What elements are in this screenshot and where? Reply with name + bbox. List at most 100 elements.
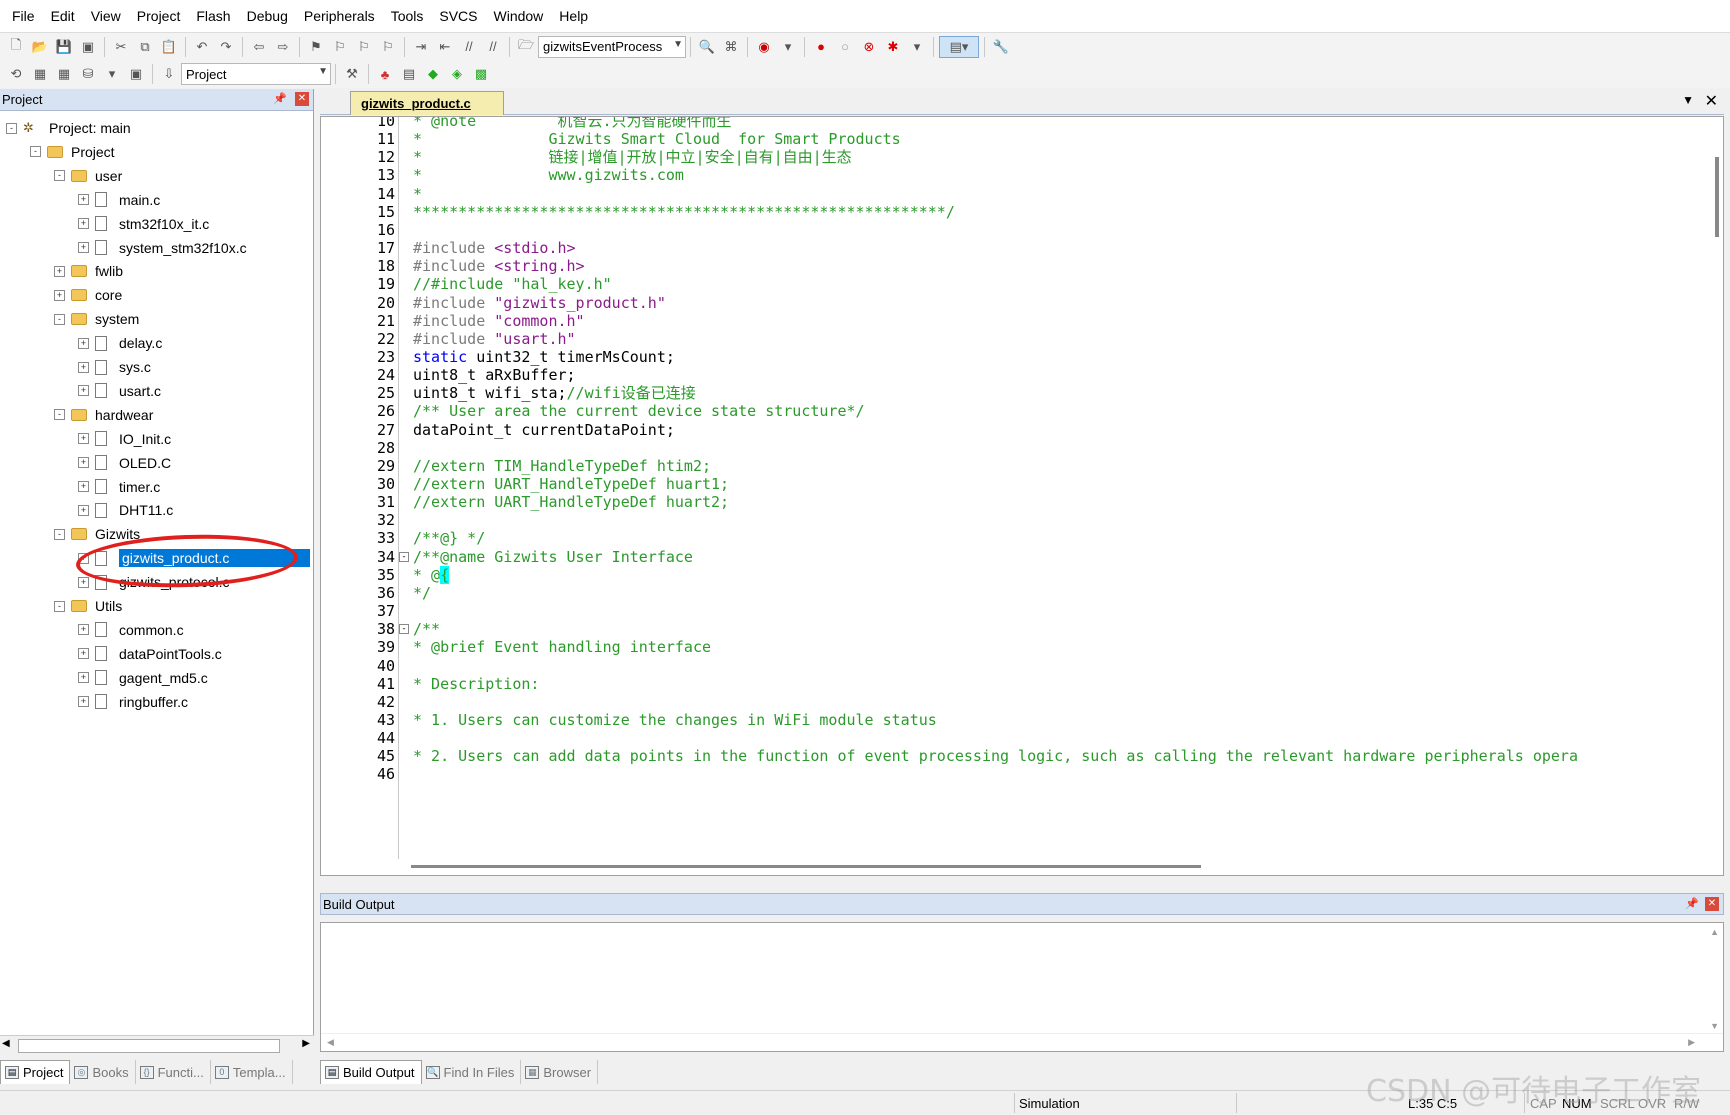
menu-debug[interactable]: Debug — [239, 0, 296, 32]
translate-icon[interactable]: ⟲ — [5, 63, 27, 85]
code-line[interactable]: 43 * 1. Users can customize the changes i… — [321, 710, 1721, 730]
menu-file[interactable]: File — [4, 0, 43, 32]
expand-icon[interactable]: + — [78, 624, 89, 636]
tab-find-in-files[interactable]: 🔍 Find In Files — [422, 1060, 522, 1084]
chevron-down-icon[interactable]: ▾ — [777, 36, 799, 58]
code-line[interactable]: 17 #include <stdio.h> — [321, 238, 1721, 258]
tree-folder-item[interactable]: - system — [54, 308, 139, 330]
prev-bookmark-icon[interactable]: ⚐ — [329, 36, 351, 58]
wrench-icon[interactable]: 🔧 — [990, 36, 1012, 58]
chevron-down-icon[interactable]: ▼ — [673, 39, 683, 50]
tab-build-output[interactable]: ▤ Build Output — [320, 1060, 422, 1084]
tree-folder-item[interactable]: + fwlib — [54, 260, 123, 282]
fold-icon[interactable]: - — [399, 551, 409, 562]
code-line[interactable]: 35 * @{ — [321, 565, 1721, 585]
tree-file-item[interactable]: + sys.c — [78, 356, 151, 378]
tree-folder-item[interactable]: - Utils — [54, 595, 122, 617]
browse-icon[interactable]: ⌘ — [720, 36, 742, 58]
code-line[interactable]: 12 * 链接|增值|开放|中立|安全|自有|自由|生态 — [321, 147, 1721, 167]
menu-flash[interactable]: Flash — [188, 0, 238, 32]
editor-horizontal-scrollbar[interactable] — [321, 859, 1723, 875]
tree-file-item[interactable]: + DHT11.c — [78, 499, 173, 521]
chevron-down-icon[interactable]: ▼ — [1682, 93, 1694, 107]
code-line[interactable]: 44 — [321, 728, 1721, 748]
expand-icon[interactable]: + — [78, 504, 89, 516]
code-line[interactable]: 26 /** User area the current device state… — [321, 401, 1721, 421]
chevron-down-icon[interactable]: ▼ — [318, 66, 328, 77]
code-line[interactable]: 15 **************************************… — [321, 202, 1721, 222]
debug-session-icon[interactable]: ◉ — [753, 36, 775, 58]
nav-forward-icon[interactable]: ⇨ — [272, 36, 294, 58]
incremental-find-icon[interactable]: 🔍 — [696, 36, 718, 58]
download-icon[interactable]: ⇩ — [158, 63, 180, 85]
build-output-scrollbar[interactable]: ◀ ▶ — [321, 1033, 1723, 1051]
code-line[interactable]: 13 * www.gizwits.com — [321, 165, 1721, 185]
code-line[interactable]: 42 — [321, 692, 1721, 712]
tree-file-item[interactable]: + dataPointTools.c — [78, 643, 222, 665]
tree-file-item[interactable]: + delay.c — [78, 332, 162, 354]
tree-project-item[interactable]: - ✲ Project: main — [6, 117, 131, 139]
code-line[interactable]: 25 uint8_t wifi_sta;//wifi设备已连接 — [321, 383, 1721, 403]
fold-icon[interactable]: - — [399, 624, 409, 635]
close-icon[interactable]: ✕ — [295, 92, 309, 106]
tab-browser[interactable]: ▦ Browser — [521, 1060, 599, 1084]
menu-svcs[interactable]: SVCS — [431, 0, 485, 32]
menu-edit[interactable]: Edit — [43, 0, 83, 32]
breakpoint-options-icon[interactable]: ✱ — [882, 36, 904, 58]
code-line[interactable]: 14 * — [321, 184, 1721, 204]
code-line[interactable]: 18 #include <string.h> — [321, 256, 1721, 276]
code-editor[interactable]: 10 * @note 机智云.只为智能硬件而生 11 * Gizwits Smart … — [320, 116, 1724, 876]
new-file-icon[interactable]: 🗋 — [5, 36, 27, 58]
scrollbar-thumb[interactable] — [1715, 157, 1719, 237]
code-line[interactable]: 20 #include "gizwits_product.h" — [321, 293, 1721, 313]
code-line[interactable]: 27 dataPoint_t currentDataPoint; — [321, 420, 1721, 440]
batch-build-icon[interactable]: ⛁ — [77, 63, 99, 85]
next-bookmark-icon[interactable]: ⚐ — [353, 36, 375, 58]
expand-icon[interactable]: + — [78, 481, 89, 492]
rebuild-icon[interactable]: ▦ — [53, 63, 75, 85]
expand-icon[interactable]: + — [78, 385, 89, 397]
bookmark-icon[interactable]: ⚑ — [305, 36, 327, 58]
expand-icon[interactable]: + — [78, 218, 89, 230]
code-line[interactable]: 19 //#include "hal_key.h" — [321, 274, 1721, 294]
collapse-icon[interactable]: - — [54, 409, 65, 421]
code-line[interactable]: 34-/**@name Gizwits User Interface — [321, 547, 1721, 567]
menu-tools[interactable]: Tools — [383, 0, 432, 32]
expand-icon[interactable]: + — [78, 361, 89, 373]
code-line[interactable]: 31 //extern UART_HandleTypeDef huart2; — [321, 492, 1721, 512]
pack-installer-icon[interactable]: ◈ — [446, 63, 468, 85]
editor-vertical-scrollbar[interactable] — [1705, 117, 1723, 875]
collapse-icon[interactable]: - — [54, 313, 65, 325]
expand-icon[interactable]: + — [78, 457, 89, 469]
pin-icon[interactable]: 📌 — [273, 92, 287, 105]
collapse-icon[interactable]: - — [54, 170, 65, 182]
project-tree-scrollbar[interactable]: ◀ ▶ — [0, 1035, 314, 1055]
disable-breakpoint-icon[interactable]: ○ — [834, 36, 856, 58]
code-line[interactable]: 23 static uint32_t timerMsCount; — [321, 347, 1721, 367]
code-line[interactable]: 41 * Description: — [321, 674, 1721, 694]
build-icon[interactable]: ▦ — [29, 63, 51, 85]
save-icon[interactable]: 💾 — [53, 36, 75, 58]
scroll-left-icon[interactable]: ◀ — [327, 1037, 334, 1048]
expand-icon[interactable]: + — [78, 696, 89, 708]
redo-icon[interactable]: ↷ — [215, 36, 237, 58]
code-line[interactable]: 39 * @brief Event handling interface — [321, 637, 1721, 657]
menu-view[interactable]: View — [83, 0, 129, 32]
manage-run-time-icon[interactable]: ◆ — [422, 63, 444, 85]
tab-books[interactable]: ◎ Books — [70, 1060, 136, 1084]
menu-help[interactable]: Help — [551, 0, 596, 32]
unindent-icon[interactable]: ⇤ — [434, 36, 456, 58]
tree-file-item[interactable]: + timer.c — [78, 476, 160, 498]
menu-project[interactable]: Project — [129, 0, 189, 32]
code-line[interactable]: 46 — [321, 764, 1721, 784]
code-line[interactable]: 30 //extern UART_HandleTypeDef huart1; — [321, 474, 1721, 494]
expand-icon[interactable]: + — [78, 576, 89, 588]
chevron-down-icon[interactable]: ▾ — [906, 36, 928, 58]
chevron-down-icon[interactable]: ▾ — [101, 63, 123, 85]
select-packs-icon[interactable]: ▤ — [398, 63, 420, 85]
find-combo[interactable]: gizwitsEventProcess ▼ — [538, 35, 686, 58]
tree-project-item[interactable]: - Project — [30, 141, 115, 163]
tree-file-item[interactable]: + gagent_md5.c — [78, 667, 208, 689]
stop-build-icon[interactable]: ▣ — [125, 63, 147, 85]
collapse-icon[interactable]: - — [30, 146, 41, 158]
